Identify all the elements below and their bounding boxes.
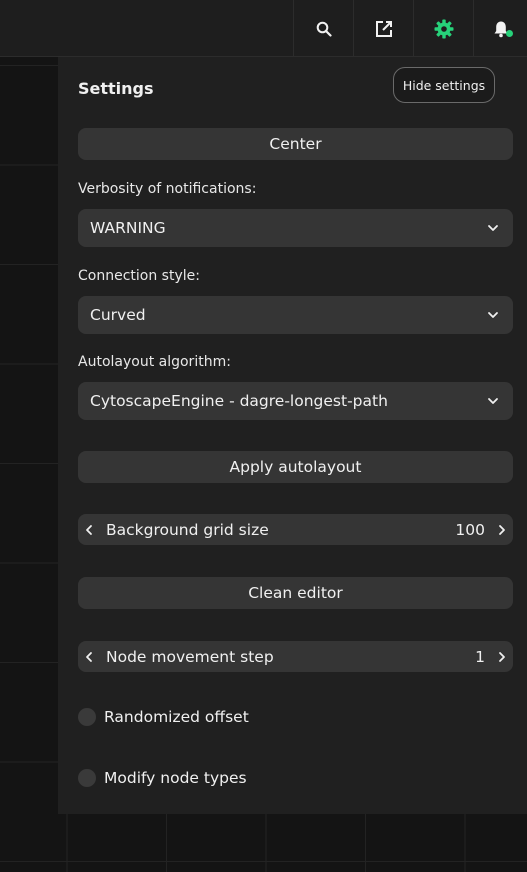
clean-editor-button[interactable]: Clean editor bbox=[78, 577, 513, 609]
settings-button[interactable] bbox=[413, 0, 473, 57]
chevron-down-icon bbox=[488, 398, 498, 404]
verbosity-label: Verbosity of notifications: bbox=[78, 181, 257, 197]
connection-style-value: Curved bbox=[90, 306, 146, 324]
connection-style-label: Connection style: bbox=[78, 268, 200, 284]
export-icon bbox=[375, 20, 392, 37]
randomized-offset-label: Randomized offset bbox=[104, 708, 249, 726]
verbosity-select[interactable]: WARNING bbox=[78, 209, 513, 247]
randomized-offset-toggle[interactable]: Randomized offset bbox=[78, 708, 249, 726]
settings-panel: Settings Hide settings Center Verbosity … bbox=[58, 57, 527, 814]
chevron-right-icon bbox=[499, 651, 505, 662]
movement-step-label: Node movement step bbox=[106, 647, 274, 666]
search-icon bbox=[316, 21, 332, 37]
randomized-offset-checkbox[interactable] bbox=[78, 708, 96, 726]
notifications-button[interactable] bbox=[473, 0, 527, 57]
gear-icon bbox=[434, 19, 453, 38]
verbosity-value: WARNING bbox=[90, 219, 166, 237]
movement-step-increment[interactable] bbox=[491, 641, 513, 672]
notification-badge bbox=[506, 30, 513, 37]
chevron-right-icon bbox=[499, 524, 505, 535]
grid-size-stepper[interactable]: Background grid size 100 bbox=[78, 514, 513, 545]
connection-style-select[interactable]: Curved bbox=[78, 296, 513, 334]
grid-size-label: Background grid size bbox=[106, 520, 269, 539]
center-button[interactable]: Center bbox=[78, 128, 513, 160]
chevron-left-icon bbox=[86, 651, 92, 662]
autolayout-select[interactable]: CytoscapeEngine - dagre-longest-path bbox=[78, 382, 513, 420]
movement-step-stepper[interactable]: Node movement step 1 bbox=[78, 641, 513, 672]
apply-autolayout-button[interactable]: Apply autolayout bbox=[78, 451, 513, 483]
movement-step-decrement[interactable] bbox=[78, 641, 100, 672]
panel-title: Settings bbox=[78, 79, 154, 98]
chevron-down-icon bbox=[488, 225, 498, 231]
autolayout-label: Autolayout algorithm: bbox=[78, 354, 231, 370]
autolayout-value: CytoscapeEngine - dagre-longest-path bbox=[90, 392, 388, 410]
grid-size-value: 100 bbox=[455, 520, 485, 539]
hide-settings-button[interactable]: Hide settings bbox=[393, 67, 495, 103]
chevron-left-icon bbox=[86, 524, 92, 535]
export-button[interactable] bbox=[353, 0, 413, 57]
modify-node-types-toggle[interactable]: Modify node types bbox=[78, 769, 247, 787]
search-button[interactable] bbox=[293, 0, 353, 57]
modify-node-types-checkbox[interactable] bbox=[78, 769, 96, 787]
modify-node-types-label: Modify node types bbox=[104, 769, 247, 787]
chevron-down-icon bbox=[488, 312, 498, 318]
grid-size-increment[interactable] bbox=[491, 514, 513, 545]
grid-size-decrement[interactable] bbox=[78, 514, 100, 545]
movement-step-value: 1 bbox=[475, 647, 485, 666]
top-toolbar bbox=[0, 0, 527, 57]
